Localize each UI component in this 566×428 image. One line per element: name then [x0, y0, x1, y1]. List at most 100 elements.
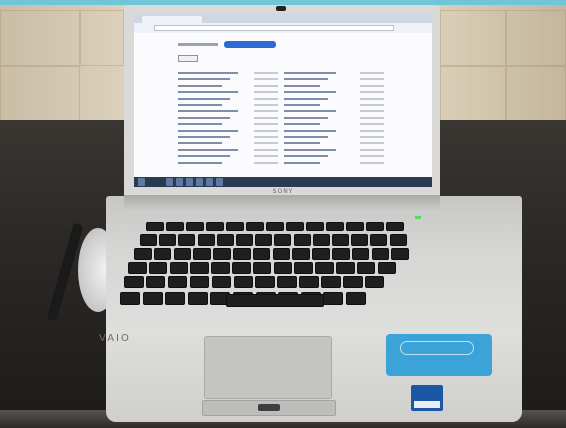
page-link-meta [254, 72, 278, 74]
keyboard-key [272, 248, 291, 260]
keyboard-key [169, 262, 189, 274]
keyboard-key [233, 248, 251, 260]
page-link-text [178, 110, 238, 113]
page-link-meta [254, 97, 278, 100]
taskbar-icon [196, 178, 203, 186]
page-link-text [284, 91, 336, 94]
keyboard-key [186, 222, 204, 231]
taskbar-icon [206, 178, 213, 186]
keyboard-key [364, 276, 385, 288]
keyboard-key [332, 234, 349, 246]
page-link-meta [254, 129, 278, 132]
page-link-meta [360, 142, 384, 145]
keyboard-key [315, 262, 334, 274]
page-button [178, 55, 198, 62]
taskbar-icon [166, 178, 173, 186]
keyboard-key [232, 262, 251, 274]
keyboard-key [140, 234, 157, 246]
browser-tab [142, 16, 202, 23]
page-link-text [284, 129, 336, 132]
keyboard-key [189, 276, 210, 288]
keyboard-key [178, 234, 196, 246]
keyboard-key [293, 234, 311, 246]
page-link-text [284, 110, 336, 113]
wall-tile [440, 10, 506, 66]
keyboard-key [193, 248, 211, 260]
page-link-text [178, 161, 222, 164]
address-field [154, 25, 394, 31]
page-link-text [284, 97, 328, 100]
keyboard-key [286, 222, 304, 231]
keyboard-key [145, 276, 166, 288]
wall-tile [0, 66, 80, 122]
page-link-text [178, 84, 222, 87]
page-link-meta [254, 142, 278, 145]
page-link-text [178, 129, 238, 132]
keyboard-key [190, 262, 209, 274]
keyboard-key [167, 276, 188, 288]
page-link-text [284, 155, 328, 158]
page-link-meta [360, 136, 384, 138]
wall-tile [0, 10, 80, 66]
keyboard-key [120, 292, 140, 305]
keyboard-key [346, 292, 366, 305]
keyboard-key [389, 234, 407, 246]
wall-tile [80, 10, 124, 66]
keyboard-key [124, 276, 144, 288]
page-link-text [178, 104, 222, 106]
page-link-meta [254, 155, 278, 158]
page-link-meta [360, 161, 384, 164]
keyboard-key [165, 292, 186, 305]
keyboard-key [226, 222, 244, 231]
intel-core-label [414, 401, 440, 408]
keyboard-key [391, 248, 409, 260]
page-link-meta [360, 91, 384, 94]
keyboard-key [386, 222, 404, 231]
keyboard-key [332, 248, 350, 260]
page-link-meta [360, 148, 384, 151]
webcam [276, 6, 286, 11]
keyboard-key [346, 222, 364, 231]
keyboard-key [255, 276, 275, 288]
keyboard-key [134, 248, 152, 260]
wall-tile [440, 66, 506, 122]
page-link-text [178, 123, 222, 126]
page-link-text [284, 136, 328, 138]
page-link-meta [254, 91, 278, 94]
keyboard-key [146, 222, 164, 231]
taskbar-icon [176, 178, 183, 186]
page-link-meta [254, 104, 278, 106]
page-link-meta [360, 97, 384, 100]
keyboard-key [153, 248, 172, 260]
page-link-meta [360, 129, 384, 132]
page-link-meta [254, 148, 278, 151]
keyboard-key [273, 262, 293, 274]
keyboard-key [252, 248, 271, 260]
taskbar-icon [216, 178, 223, 186]
taskbar-icon [186, 178, 193, 186]
keyboard-key [252, 262, 272, 274]
page-dropdown [224, 41, 276, 48]
keyboard-key [306, 222, 324, 231]
keyboard-key [173, 248, 192, 260]
keyboard-key [159, 234, 177, 246]
keyboard-key [294, 262, 313, 274]
page-link-meta [254, 110, 278, 113]
keyboard-key [336, 262, 355, 274]
keyboard-key [366, 222, 384, 231]
laptop-screen [134, 14, 432, 187]
keyboard-key [187, 292, 208, 305]
keyboard-key [371, 248, 390, 260]
page-link-meta [360, 116, 384, 119]
page-link-meta [254, 161, 278, 164]
page-link-text [284, 142, 320, 145]
page-link-text [284, 72, 336, 74]
page-link-text [178, 155, 230, 158]
page-link-text [178, 116, 230, 119]
keyboard-key [356, 262, 376, 274]
keyboard-key [128, 262, 147, 274]
page-link-text [178, 142, 222, 145]
page-link-text [284, 78, 328, 81]
page-link-text [178, 72, 238, 74]
page-link-meta [254, 78, 278, 81]
